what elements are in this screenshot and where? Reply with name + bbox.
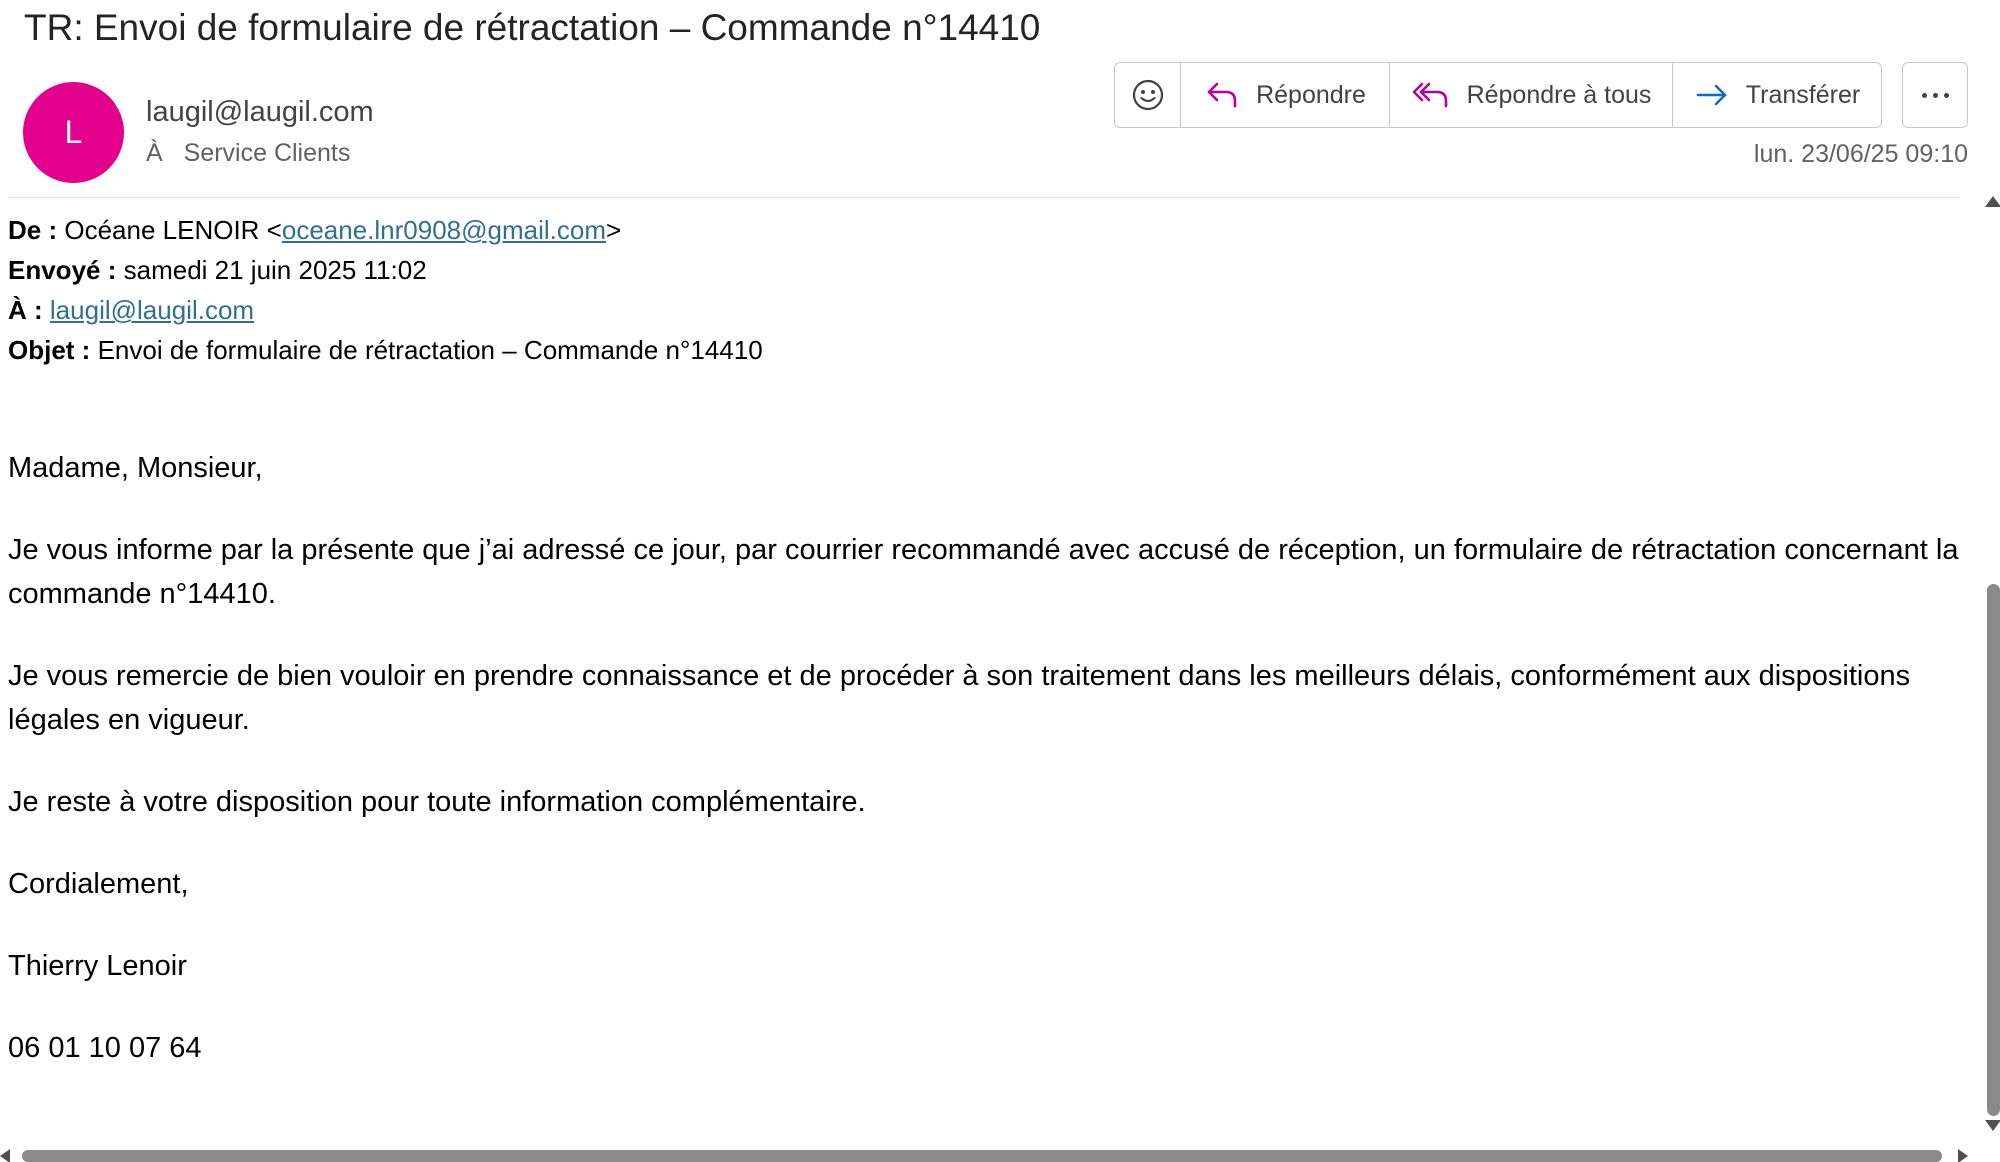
more-horizontal-icon (1919, 92, 1952, 98)
reply-all-label: Répondre à tous (1466, 80, 1652, 109)
sender-address[interactable]: laugil@laugil.com (146, 94, 374, 130)
email-body: Madame, Monsieur, Je vous informe par la… (8, 446, 1963, 1108)
message-actions-toolbar: Répondre Répondre à tous Transférer (1114, 62, 1882, 128)
email-subject: TR: Envoi de formulaire de rétractation … (24, 7, 1041, 48)
reply-button[interactable]: Répondre (1181, 63, 1390, 127)
body-paragraph-1: Je vous informe par la présente que j’ai… (8, 534, 1959, 610)
from-suffix: > (605, 215, 622, 245)
header-divider (8, 197, 1960, 198)
forwarded-subject-line: Objet : Envoi de formulaire de rétractat… (8, 330, 763, 370)
vertical-scrollbar-thumb[interactable] (1987, 584, 2000, 1116)
smiley-icon (1132, 79, 1163, 111)
to-prefix: À (146, 139, 163, 167)
email-reading-pane: TR: Envoi de formulaire de rétractation … (0, 0, 2000, 1162)
reply-all-icon (1412, 82, 1447, 108)
forwarded-from-line: De : Océane LENOIR <oceane.lnr0908@gmail… (8, 210, 763, 250)
forwarded-sent-line: Envoyé : samedi 21 juin 2025 11:02 (8, 250, 763, 290)
closing: Cordialement, (8, 868, 189, 900)
recipients-row: À Service Clients (146, 137, 350, 169)
scroll-left-arrow[interactable] (0, 1149, 10, 1162)
forward-button[interactable]: Transférer (1673, 63, 1881, 127)
from-email-link[interactable]: oceane.lnr0908@gmail.com (282, 215, 606, 245)
scroll-up-arrow[interactable] (1985, 196, 2000, 207)
reaction-button[interactable] (1115, 63, 1181, 127)
body-paragraph-2: Je vous remercie de bien vouloir en pren… (8, 660, 1911, 736)
scroll-down-arrow[interactable] (1985, 1120, 2000, 1131)
sent-value: samedi 21 juin 2025 11:02 (123, 255, 427, 285)
forward-arrow-icon (1696, 84, 1727, 106)
from-label: De : (8, 215, 58, 245)
reply-all-button[interactable]: Répondre à tous (1390, 63, 1673, 127)
scroll-right-arrow[interactable] (1958, 1149, 1968, 1162)
more-actions-button[interactable] (1902, 62, 1968, 128)
sent-label: Envoyé : (8, 255, 117, 285)
signature-name: Thierry Lenoir (8, 950, 187, 982)
forwarded-to-line: À : laugil@laugil.com (8, 290, 763, 330)
to-email-link[interactable]: laugil@laugil.com (50, 295, 254, 325)
to-recipient[interactable]: Service Clients (184, 139, 351, 167)
greeting: Madame, Monsieur, (8, 452, 263, 484)
horizontal-scrollbar-thumb[interactable] (22, 1150, 1942, 1162)
avatar-initial: L (64, 114, 83, 150)
subject-label: Objet : (8, 335, 91, 365)
forwarded-header-block: De : Océane LENOIR <oceane.lnr0908@gmail… (8, 210, 763, 370)
reply-label: Répondre (1256, 80, 1366, 109)
from-name: Océane LENOIR < (64, 215, 282, 245)
body-paragraph-3: Je reste à votre disposition pour toute … (8, 786, 866, 818)
received-date: lun. 23/06/25 09:10 (1753, 140, 1968, 168)
signature-phone: 06 01 10 07 64 (8, 1032, 202, 1064)
forward-label: Transférer (1745, 80, 1861, 109)
to-label: À : (8, 295, 43, 325)
avatar[interactable]: L (23, 82, 124, 183)
reply-icon (1207, 82, 1237, 108)
subject-value: Envoi de formulaire de rétractation – Co… (97, 335, 763, 365)
